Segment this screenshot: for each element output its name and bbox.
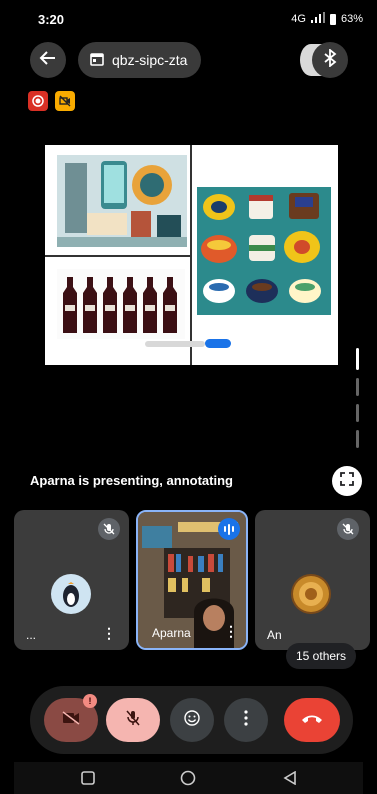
system-nav-bar — [14, 762, 363, 794]
slide-divider-horizontal — [45, 255, 191, 257]
bottles-image — [57, 269, 185, 339]
emoji-icon — [184, 709, 200, 731]
scroll-indicator-active — [356, 348, 359, 370]
bluetooth-audio-button[interactable] — [312, 42, 348, 78]
bluetooth-icon — [323, 47, 337, 72]
status-indicators: 4G 63% — [291, 12, 363, 26]
presenting-status: Aparna is presenting, annotating — [30, 473, 233, 488]
home-button[interactable] — [178, 768, 198, 788]
more-vertical-icon — [244, 709, 248, 731]
participant-name: Aparna — [152, 626, 191, 640]
call-controls: ! — [30, 686, 353, 754]
scroll-indicator-segment — [356, 430, 359, 448]
alert-badge: ! — [83, 694, 97, 708]
camera-off-icon — [62, 710, 80, 730]
more-options-button[interactable] — [224, 698, 268, 742]
scroll-indicator-segment — [356, 378, 359, 396]
status-time: 3:20 — [38, 12, 65, 27]
avatar — [291, 574, 331, 614]
coffee-cups-image — [197, 187, 331, 315]
more-vertical-icon[interactable]: ⋮ — [224, 623, 238, 640]
participant-name: An — [267, 628, 282, 642]
record-icon[interactable] — [28, 91, 48, 111]
meeting-header: qbz-sipc-zta — [0, 40, 377, 80]
slide-caption-bar — [145, 341, 205, 347]
speaking-indicator — [218, 518, 240, 540]
arrow-left-icon — [39, 49, 57, 72]
meeting-status-badges — [28, 91, 75, 111]
calendar-icon — [90, 52, 104, 69]
reactions-button[interactable] — [170, 698, 214, 742]
meeting-code: qbz-sipc-zta — [112, 52, 188, 68]
scroll-indicator-segment — [356, 404, 359, 422]
meeting-code-chip[interactable]: qbz-sipc-zta — [78, 42, 202, 78]
back-nav-button[interactable] — [280, 768, 300, 788]
mic-off-icon — [98, 518, 120, 540]
end-call-button[interactable] — [284, 698, 340, 742]
battery-level: 63% — [340, 13, 363, 25]
participant-tile[interactable]: An — [255, 510, 370, 650]
participant-tile[interactable]: ... ⋮ — [14, 510, 129, 650]
signal-icon — [310, 12, 325, 26]
recents-button[interactable] — [78, 768, 98, 788]
mic-off-icon — [337, 518, 359, 540]
battery-icon — [329, 13, 336, 25]
status-bar: 3:20 4G 63% — [0, 0, 377, 34]
participant-tile-active-speaker[interactable]: Aparna ⋮ — [136, 510, 248, 650]
shared-screen[interactable] — [45, 145, 338, 365]
phone-hangup-icon — [301, 711, 323, 729]
fullscreen-icon — [340, 471, 354, 491]
collage-image — [57, 155, 187, 247]
mic-toggle-button[interactable] — [106, 698, 160, 742]
participant-name: ... — [26, 628, 37, 642]
back-button[interactable] — [30, 42, 66, 78]
fullscreen-button[interactable] — [332, 466, 362, 496]
network-type: 4G — [291, 13, 306, 25]
more-vertical-icon[interactable]: ⋮ — [102, 625, 116, 642]
slide-action-pill — [205, 339, 231, 348]
mic-off-icon — [126, 710, 140, 731]
page-scroll-indicator[interactable] — [356, 348, 359, 448]
others-count-chip[interactable]: 15 others — [286, 643, 357, 669]
avatar — [51, 574, 91, 614]
camera-off-icon[interactable] — [55, 91, 75, 111]
